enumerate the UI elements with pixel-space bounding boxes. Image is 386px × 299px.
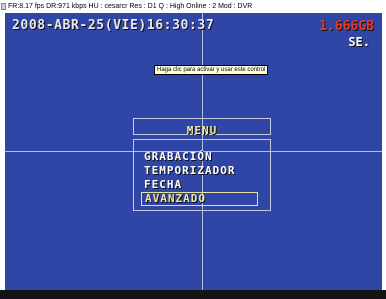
- menu-item-temporizador[interactable]: TEMPORIZADOR: [141, 164, 270, 178]
- osd-storage-remaining: 1.666GB: [319, 19, 374, 34]
- dvr-video-control[interactable]: 2008-ABR-25(VIE)16:30:37 1.666GB SE. Hag…: [5, 13, 382, 290]
- osd-day-code: SE.: [348, 35, 370, 49]
- osd-datetime: 2008-ABR-25(VIE)16:30:37: [12, 18, 215, 33]
- menu-list: GRABACIÓN TEMPORIZADOR FECHA AVANZADO: [133, 139, 271, 211]
- activate-control-tooltip: Haga clic para activar y usar este contr…: [154, 65, 269, 75]
- menu-item-avanzado[interactable]: AVANZADO: [141, 192, 258, 206]
- status-text: FR:8.17 fps DR:971 kbps HU : cesarcr Res…: [8, 3, 253, 10]
- status-icon: [1, 3, 6, 10]
- right-border: [382, 13, 386, 290]
- bottom-strip: [0, 290, 386, 299]
- menu-title-box: MENU: [133, 118, 271, 137]
- menu-title: MENU: [186, 124, 218, 137]
- status-bar: FR:8.17 fps DR:971 kbps HU : cesarcr Res…: [0, 0, 386, 13]
- menu-item-fecha[interactable]: FECHA: [141, 178, 270, 192]
- menu-item-grabacion[interactable]: GRABACIÓN: [141, 150, 270, 164]
